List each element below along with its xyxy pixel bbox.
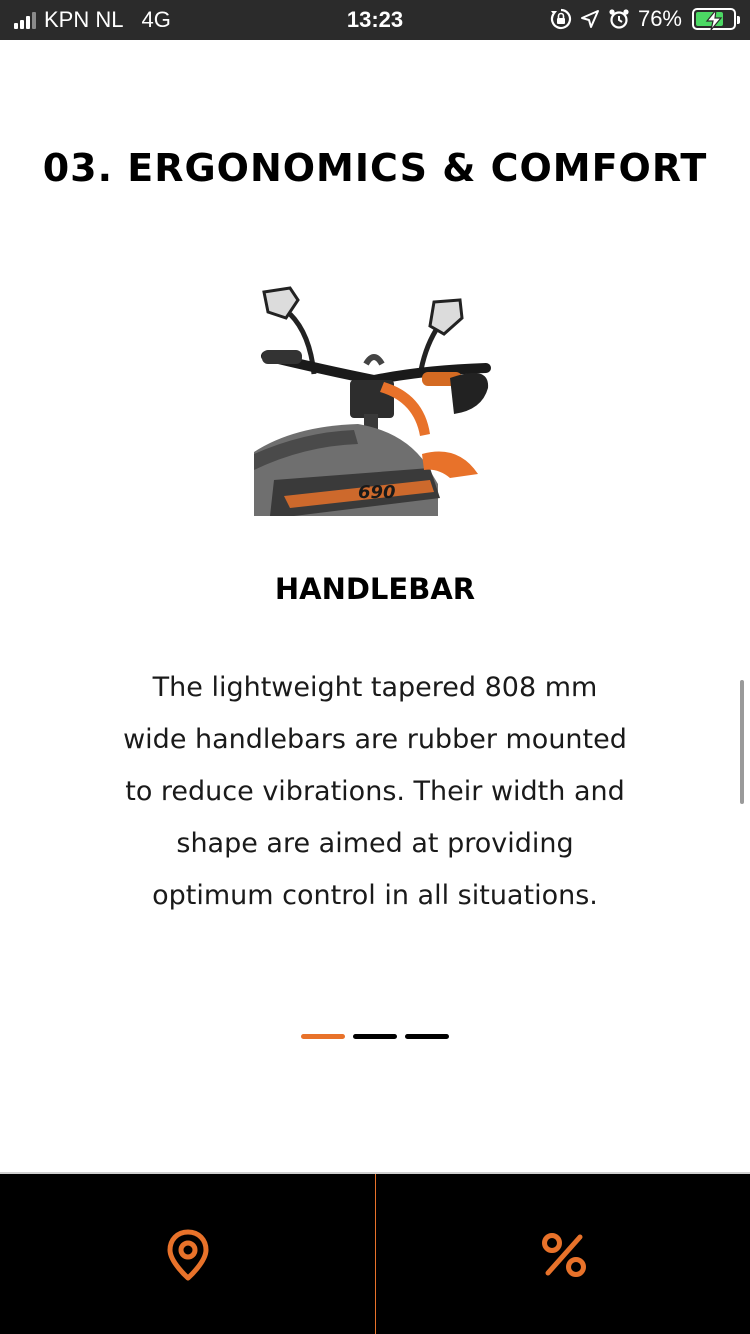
feature-description: The lightweight tapered 808 mm wide hand… bbox=[110, 662, 640, 922]
section-title: 03. ERGONOMICS & COMFORT bbox=[42, 146, 708, 190]
feature-title: HANDLEBAR bbox=[274, 572, 476, 606]
battery-icon bbox=[692, 8, 740, 30]
alarm-icon bbox=[609, 9, 629, 29]
carousel-pager bbox=[301, 1034, 449, 1039]
orientation-lock-icon bbox=[550, 8, 572, 30]
bike-badge-text: 690 bbox=[358, 482, 396, 503]
dealer-locator-button[interactable] bbox=[0, 1174, 375, 1334]
pager-dot-1[interactable] bbox=[301, 1034, 345, 1039]
location-pin-icon bbox=[167, 1229, 208, 1281]
location-arrow-icon bbox=[580, 10, 599, 28]
pager-dot-3[interactable] bbox=[405, 1034, 449, 1039]
battery-percent: 76% bbox=[637, 6, 682, 31]
feature-description-line: wide handlebars are rubber mounted bbox=[123, 724, 627, 755]
status-right: 76% bbox=[550, 6, 740, 32]
offers-button[interactable] bbox=[376, 1174, 750, 1334]
feature-description-line: The lightweight tapered 808 mm bbox=[152, 672, 598, 703]
pager-dot-2[interactable] bbox=[353, 1034, 397, 1039]
bottom-bar bbox=[0, 1172, 750, 1334]
motorcycle-handlebar-image: 690 bbox=[254, 286, 491, 516]
feature-description-line: shape are aimed at providing bbox=[176, 828, 574, 859]
feature-description-line: to reduce vibrations. Their width and bbox=[125, 776, 625, 807]
feature-description-line: optimum control in all situations. bbox=[152, 880, 598, 911]
scroll-indicator[interactable] bbox=[740, 680, 744, 804]
charging-bolt-icon bbox=[705, 10, 723, 30]
percent-icon bbox=[541, 1233, 586, 1277]
status-bar: KPN NL 4G 13:23 76% bbox=[0, 0, 750, 40]
